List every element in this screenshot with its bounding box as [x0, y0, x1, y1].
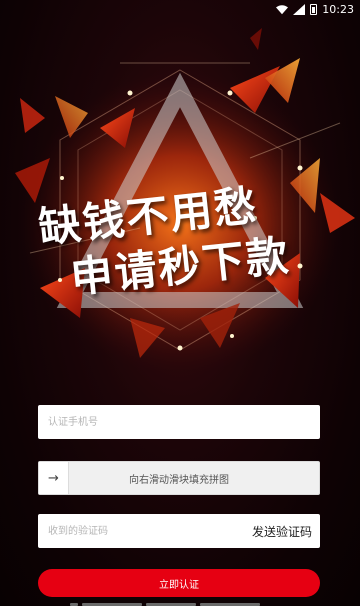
- slider-captcha: → 向右滑动滑块填充拼图: [38, 461, 320, 495]
- agreement-row: [70, 601, 280, 606]
- phone-field-container: [38, 405, 320, 439]
- shard: [20, 98, 45, 133]
- code-field-container: 发送验证码: [38, 514, 320, 548]
- wifi-icon: [276, 4, 289, 14]
- signal-icon: [293, 3, 306, 15]
- verification-code-input[interactable]: [38, 514, 238, 548]
- verify-now-button[interactable]: 立即认证: [38, 569, 320, 597]
- arrow-right-icon: →: [48, 470, 59, 486]
- shard: [265, 58, 300, 103]
- status-bar: 10:23: [0, 0, 360, 18]
- phone-input[interactable]: [38, 405, 320, 439]
- hero-banner: 缺钱不用愁 申请秒下款: [0, 18, 360, 378]
- shard: [250, 28, 262, 50]
- status-time: 10:23: [322, 2, 354, 16]
- send-code-button[interactable]: 发送验证码: [252, 523, 312, 540]
- battery-icon: [310, 3, 318, 15]
- slider-hint: 向右滑动滑块填充拼图: [129, 474, 229, 486]
- slider-handle[interactable]: →: [39, 462, 69, 494]
